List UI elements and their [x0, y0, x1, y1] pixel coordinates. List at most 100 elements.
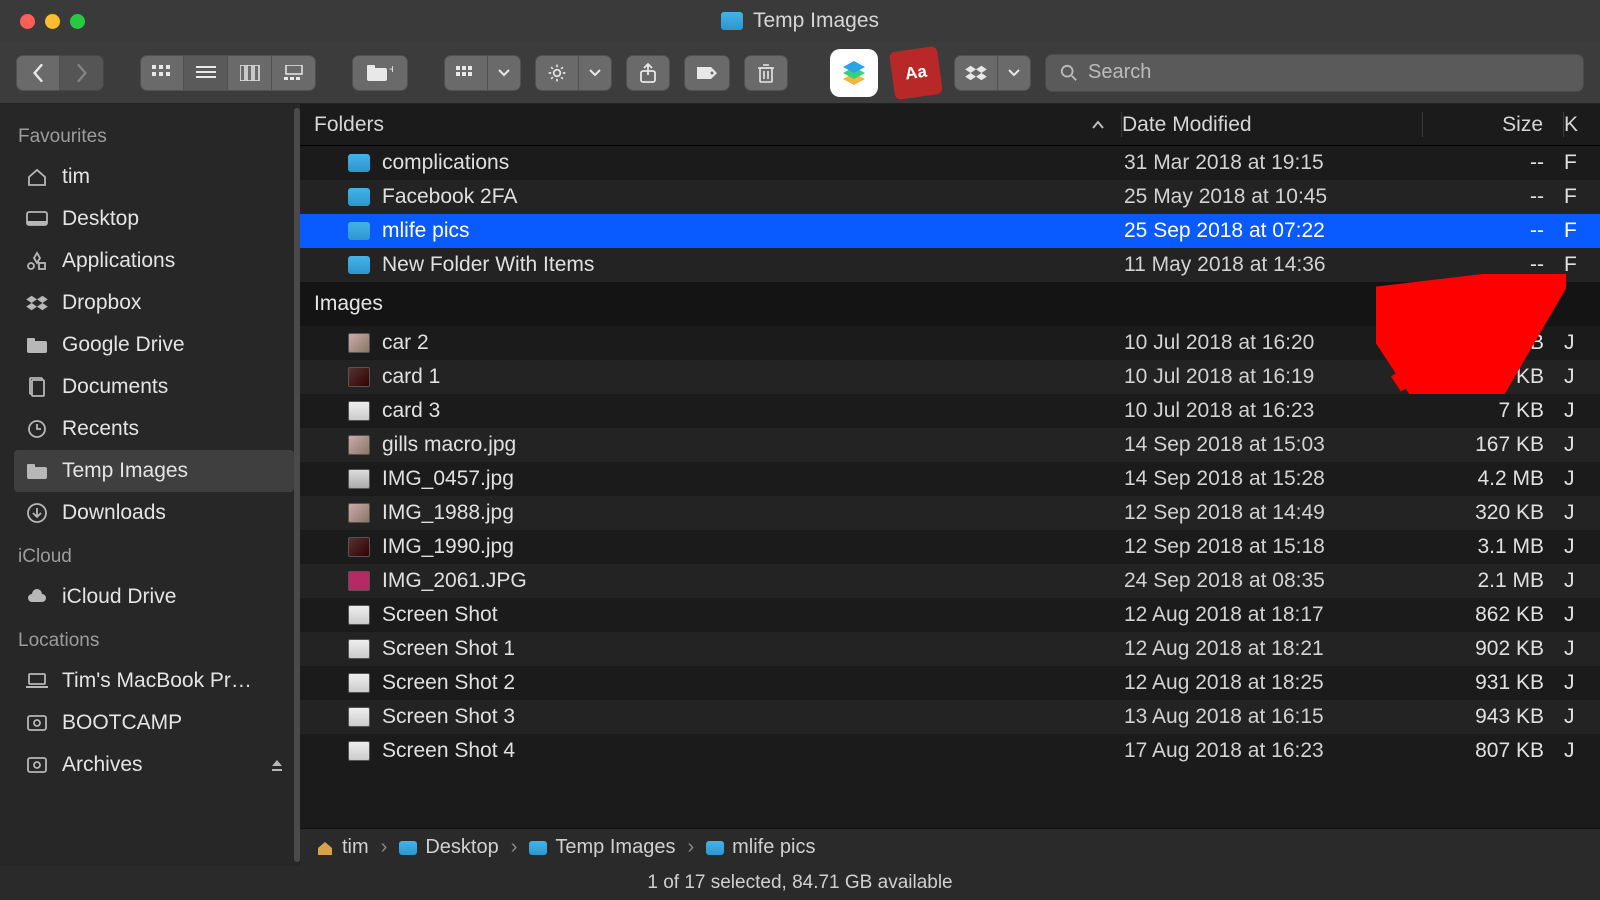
file-date: 10 Jul 2018 at 16:23: [1124, 399, 1424, 423]
window-title-text: Temp Images: [753, 9, 879, 33]
file-row[interactable]: IMG_1988.jpg12 Sep 2018 at 14:49320 KBJ: [300, 496, 1600, 530]
app-icon-1[interactable]: [830, 49, 878, 97]
dictionary-icon[interactable]: Aa: [889, 45, 943, 99]
file-row[interactable]: IMG_0457.jpg14 Sep 2018 at 15:284.2 MBJ: [300, 462, 1600, 496]
file-row[interactable]: mlife pics25 Sep 2018 at 07:22--F: [300, 214, 1600, 248]
file-row[interactable]: Screen Shot 313 Aug 2018 at 16:15943 KBJ: [300, 700, 1600, 734]
toolbar: + Aa: [0, 42, 1600, 104]
breadcrumb[interactable]: tim: [316, 836, 369, 859]
new-folder-button[interactable]: +: [352, 55, 408, 91]
sidebar-item[interactable]: tim: [14, 156, 294, 198]
file-row[interactable]: card 310 Jul 2018 at 16:237 KBJ: [300, 394, 1600, 428]
sidebar-item-label: Recents: [62, 417, 139, 441]
file-size: 931 KB: [1424, 671, 1564, 695]
sidebar-item[interactable]: iCloud Drive: [14, 576, 294, 618]
file-date: 24 Sep 2018 at 08:35: [1124, 569, 1424, 593]
traffic-lights: [20, 14, 85, 29]
search-field[interactable]: [1045, 54, 1584, 92]
sidebar-item[interactable]: Google Drive: [14, 324, 294, 366]
sidebar-item-label: Applications: [62, 249, 175, 273]
thumbnail-icon: [348, 469, 370, 489]
list-view-button[interactable]: [184, 55, 228, 91]
thumbnail-icon: [348, 503, 370, 523]
file-row[interactable]: Facebook 2FA25 May 2018 at 10:45--F: [300, 180, 1600, 214]
eject-icon[interactable]: [270, 758, 284, 772]
arrange-button[interactable]: [444, 55, 488, 91]
file-row[interactable]: IMG_1990.jpg12 Sep 2018 at 15:183.1 MBJ: [300, 530, 1600, 564]
column-name-header[interactable]: Folders: [300, 113, 1121, 137]
column-size-header[interactable]: Size: [1423, 113, 1563, 137]
sidebar-item[interactable]: Tim's MacBook Pr…: [14, 660, 294, 702]
search-icon: [1060, 64, 1078, 82]
breadcrumb[interactable]: Desktop: [399, 836, 498, 859]
view-group: [140, 55, 316, 91]
breadcrumb[interactable]: mlife pics: [706, 836, 815, 859]
column-date-header[interactable]: Date Modified: [1122, 113, 1422, 137]
file-size: --: [1424, 219, 1564, 243]
thumbnail-icon: [348, 435, 370, 455]
sidebar-item[interactable]: Dropbox: [14, 282, 294, 324]
file-name: Screen Shot: [382, 603, 498, 627]
trash-button[interactable]: [744, 55, 788, 91]
sidebar-item-label: Documents: [62, 375, 168, 399]
gallery-view-button[interactable]: [272, 55, 316, 91]
folder-icon: [348, 154, 370, 172]
file-row[interactable]: complications31 Mar 2018 at 19:15--F: [300, 146, 1600, 180]
thumbnail-icon: [348, 673, 370, 693]
dropbox-menu-button[interactable]: [998, 55, 1031, 91]
dropbox-icon: [24, 294, 50, 312]
status-text: 1 of 17 selected, 84.71 GB available: [647, 872, 952, 894]
file-name: New Folder With Items: [382, 253, 594, 277]
sidebar-item[interactable]: Temp Images: [14, 450, 294, 492]
sidebar-item[interactable]: Documents: [14, 366, 294, 408]
folder-icon: [348, 222, 370, 240]
column-kind-header[interactable]: K: [1564, 113, 1600, 137]
file-size: 943 KB: [1424, 705, 1564, 729]
column-header: Folders Date Modified Size K: [300, 104, 1600, 146]
thumbnail-icon: [348, 605, 370, 625]
file-date: 14 Sep 2018 at 15:03: [1124, 433, 1424, 457]
sidebar-item[interactable]: Applications: [14, 240, 294, 282]
search-input[interactable]: [1088, 61, 1569, 84]
file-kind: J: [1564, 603, 1600, 627]
share-button[interactable]: [626, 55, 670, 91]
file-row[interactable]: Screen Shot 417 Aug 2018 at 16:23807 KBJ: [300, 734, 1600, 768]
sidebar-item[interactable]: Archives: [14, 744, 294, 786]
breadcrumb[interactable]: Temp Images: [529, 836, 675, 859]
breadcrumb-label: Desktop: [425, 836, 498, 859]
file-date: 12 Aug 2018 at 18:25: [1124, 671, 1424, 695]
close-window-button[interactable]: [20, 14, 35, 29]
sidebar-item[interactable]: BOOTCAMP: [14, 702, 294, 744]
arrange-menu-button[interactable]: [488, 55, 521, 91]
action-button[interactable]: [535, 55, 579, 91]
file-row[interactable]: New Folder With Items11 May 2018 at 14:3…: [300, 248, 1600, 282]
sidebar-item-label: tim: [62, 165, 90, 189]
sidebar-item[interactable]: Downloads: [14, 492, 294, 534]
file-row[interactable]: Screen Shot12 Aug 2018 at 18:17862 KBJ: [300, 598, 1600, 632]
file-row[interactable]: gills macro.jpg14 Sep 2018 at 15:03167 K…: [300, 428, 1600, 462]
tags-button[interactable]: [684, 55, 730, 91]
icon-view-button[interactable]: [140, 55, 184, 91]
forward-button[interactable]: [60, 55, 104, 91]
sidebar-item[interactable]: Recents: [14, 408, 294, 450]
file-row[interactable]: IMG_2061.JPG24 Sep 2018 at 08:352.1 MBJ: [300, 564, 1600, 598]
file-row[interactable]: Screen Shot 212 Aug 2018 at 18:25931 KBJ: [300, 666, 1600, 700]
column-view-button[interactable]: [228, 55, 272, 91]
column-name-label: Folders: [314, 113, 384, 137]
file-size: 2.1 MB: [1424, 569, 1564, 593]
file-kind: J: [1564, 705, 1600, 729]
file-row[interactable]: car 210 Jul 2018 at 16:2025 KBJ: [300, 326, 1600, 360]
sidebar: FavouritestimDesktopApplicationsDropboxG…: [0, 104, 300, 866]
sidebar-item-label: Google Drive: [62, 333, 185, 357]
file-row[interactable]: Screen Shot 112 Aug 2018 at 18:21902 KBJ: [300, 632, 1600, 666]
action-menu-button[interactable]: [579, 55, 612, 91]
folder-icon: [24, 336, 50, 354]
fullscreen-window-button[interactable]: [70, 14, 85, 29]
back-button[interactable]: [16, 55, 60, 91]
minimize-window-button[interactable]: [45, 14, 60, 29]
dropbox-button[interactable]: [954, 55, 998, 91]
file-kind: J: [1564, 535, 1600, 559]
sidebar-item[interactable]: Desktop: [14, 198, 294, 240]
file-row[interactable]: card 110 Jul 2018 at 16:1945 KBJ: [300, 360, 1600, 394]
breadcrumb-label: Temp Images: [555, 836, 675, 859]
